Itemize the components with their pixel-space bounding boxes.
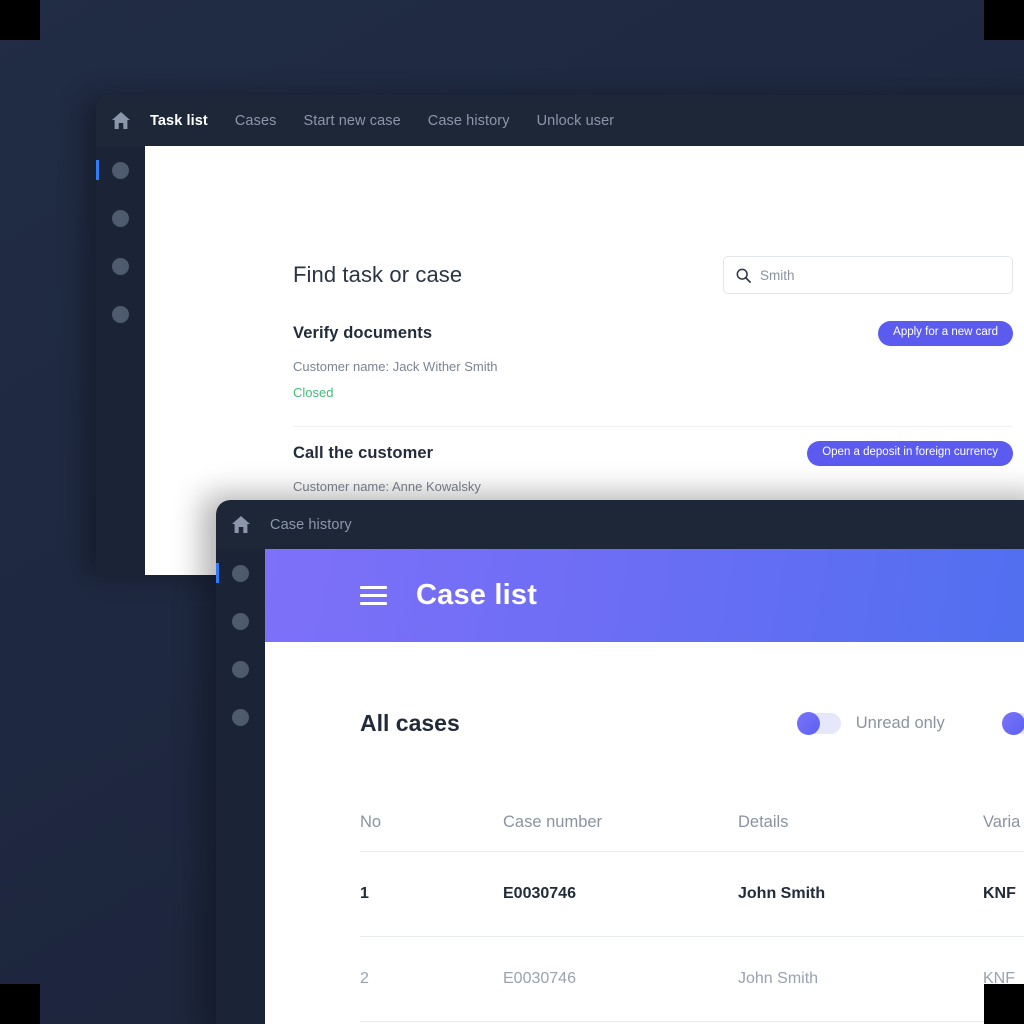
secondary-toggle[interactable] xyxy=(1001,712,1024,735)
toggle-knob xyxy=(1001,712,1024,735)
task-title: Verify documents xyxy=(293,324,433,342)
sidebar-dot-4-icon xyxy=(112,305,129,323)
screenshot-stage: Task list Cases Start new case Case hist… xyxy=(0,0,1024,1024)
sidebar-dot-3-icon xyxy=(232,660,249,678)
search-icon xyxy=(736,268,751,283)
task-action-button[interactable]: Apply for a new card xyxy=(878,321,1013,346)
sidebar-dot-1-icon xyxy=(232,564,249,582)
case-list-appbar: Case list xyxy=(265,549,1024,642)
task-header: Verify documents Apply for a new card xyxy=(293,321,1013,346)
sidebar-dot-3-icon xyxy=(112,257,129,275)
case-history-window: Case history Case list All cases Unread … xyxy=(216,500,1024,1024)
task-list-sidebar xyxy=(96,146,145,575)
find-row: Find task or case Smith xyxy=(293,256,1013,294)
hamburger-menu-icon[interactable] xyxy=(360,586,387,605)
case-history-topbar: Case history xyxy=(216,500,1024,549)
unread-only-toggle[interactable] xyxy=(796,712,841,735)
case-history-sidebar xyxy=(216,549,265,1024)
cell-no: 2 xyxy=(360,970,369,987)
cell-details: John Smith xyxy=(738,970,819,987)
search-input[interactable]: Smith xyxy=(723,256,1013,294)
sidebar-item-3[interactable] xyxy=(216,645,265,693)
sidebar-dot-2-icon xyxy=(112,209,129,227)
unread-only-label: Unread only xyxy=(855,714,945,732)
task-status-badge: Closed xyxy=(293,384,334,400)
sidebar-item-3[interactable] xyxy=(96,242,145,290)
page-title: Find task or case xyxy=(293,262,463,287)
cell-variant: KNF xyxy=(983,885,1016,902)
table-separator xyxy=(360,1021,1024,1022)
toggle-knob xyxy=(796,712,820,735)
sidebar-item-4[interactable] xyxy=(216,693,265,741)
task-customer-name: Customer name: Anne Kowalsky xyxy=(293,478,481,494)
sidebar-item-4[interactable] xyxy=(96,290,145,338)
task-divider xyxy=(293,426,1013,427)
task-header: Call the customer Open a deposit in fore… xyxy=(293,441,1013,466)
all-cases-row: All cases Unread only xyxy=(265,642,1024,737)
task-title: Call the customer xyxy=(293,444,434,462)
cell-case-number: E0030746 xyxy=(503,885,576,902)
sidebar-dot-2-icon xyxy=(232,612,249,630)
column-header-details: Details xyxy=(738,812,789,831)
sidebar-dot-1-icon xyxy=(112,161,129,179)
task-list-topbar: Task list Cases Start new case Case hist… xyxy=(96,95,1024,146)
sidebar-dot-4-icon xyxy=(232,708,249,726)
sidebar-item-1[interactable] xyxy=(96,146,145,194)
cell-details: John Smith xyxy=(738,885,826,902)
task-item-verify-documents[interactable]: Verify documents Apply for a new card Cu… xyxy=(293,321,1013,400)
section-title: All cases xyxy=(360,710,460,736)
sidebar-item-1[interactable] xyxy=(216,549,265,597)
nav-case-history[interactable]: Case history xyxy=(270,517,352,533)
home-icon[interactable] xyxy=(111,111,131,130)
table-row[interactable]: 2 E0030746 John Smith KNF xyxy=(360,937,1024,1021)
task-action-button[interactable]: Open a deposit in foreign currency xyxy=(807,441,1013,466)
search-input-value: Smith xyxy=(760,267,795,283)
cell-no: 1 xyxy=(360,885,369,902)
nav-task-list[interactable]: Task list xyxy=(150,113,208,129)
nav-start-new-case[interactable]: Start new case xyxy=(303,113,400,129)
column-header-no: No xyxy=(360,812,382,831)
cell-variant: KNF xyxy=(983,970,1015,987)
nav-unlock-user[interactable]: Unlock user xyxy=(537,113,615,129)
case-table: No Case number Details Varia 1 E0030746 … xyxy=(265,793,1024,1022)
table-row[interactable]: 1 E0030746 John Smith KNF xyxy=(360,852,1024,936)
sidebar-item-2[interactable] xyxy=(96,194,145,242)
nav-case-history[interactable]: Case history xyxy=(428,113,510,129)
case-list-title: Case list xyxy=(416,579,538,611)
cell-case-number: E0030746 xyxy=(503,970,576,987)
column-header-variant: Varia xyxy=(983,812,1021,831)
column-header-case-number: Case number xyxy=(503,812,603,831)
case-history-body: Case list All cases Unread only No Case … xyxy=(265,549,1024,1024)
task-customer-name: Customer name: Jack Wither Smith xyxy=(293,358,498,374)
nav-cases[interactable]: Cases xyxy=(235,113,277,129)
sidebar-item-2[interactable] xyxy=(216,597,265,645)
table-header-row: No Case number Details Varia xyxy=(360,793,1024,851)
home-icon[interactable] xyxy=(231,515,251,534)
toggle-group: Unread only xyxy=(796,712,1024,735)
